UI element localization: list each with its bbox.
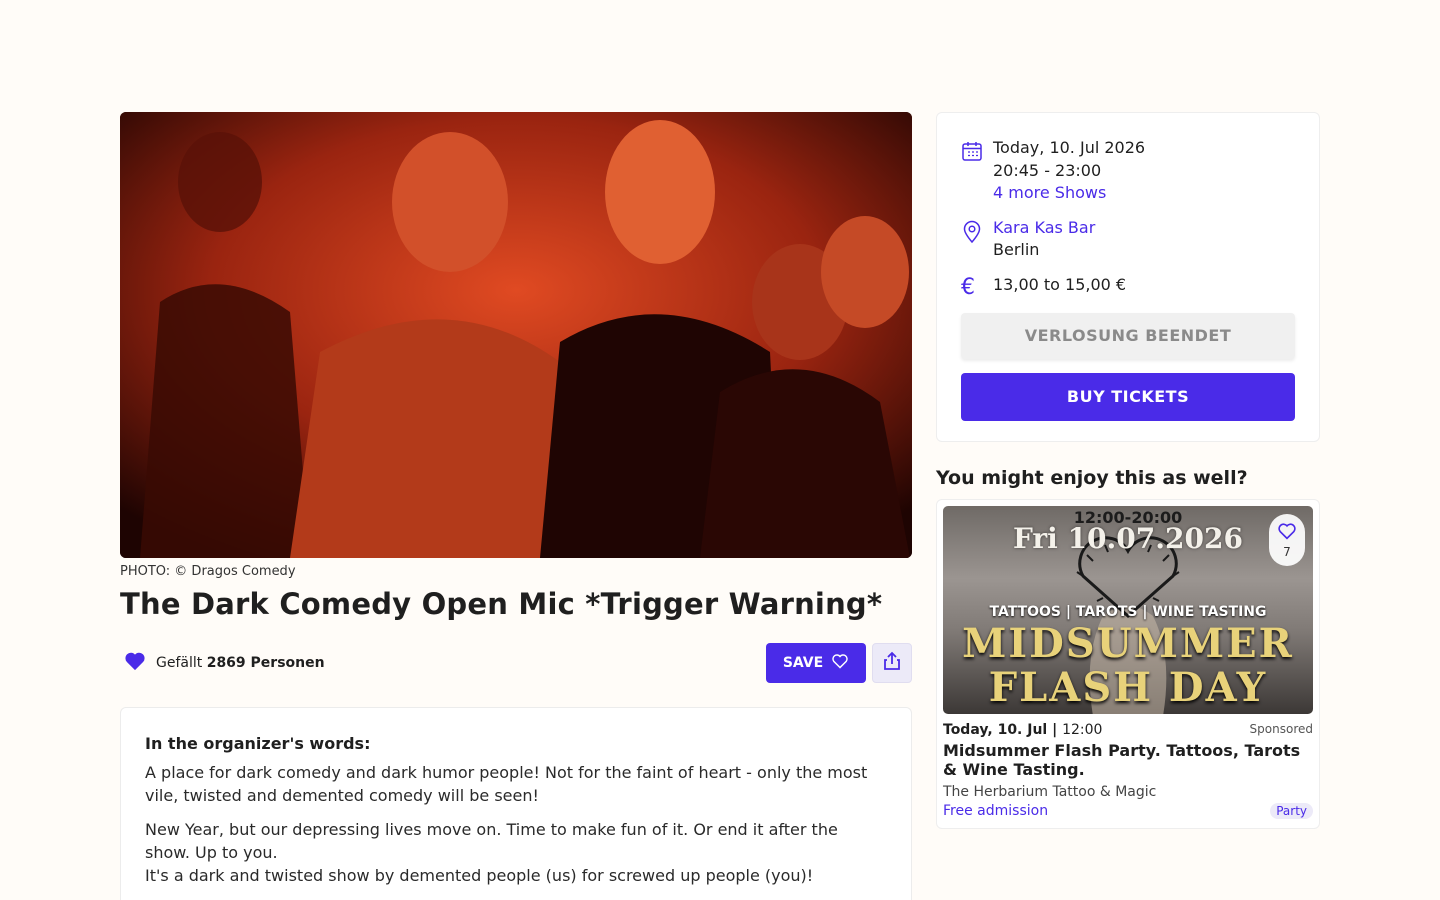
- euro-icon: €: [961, 274, 975, 300]
- description-heading: In the organizer's words:: [145, 734, 371, 753]
- description-paragraph: New Year, but our depressing lives move …: [145, 820, 838, 885]
- venue-link[interactable]: Kara Kas Bar: [993, 217, 1095, 240]
- heart-outline-icon: [831, 653, 849, 673]
- save-button-label: SAVE: [782, 655, 824, 671]
- event-actions: SAVE: [766, 643, 912, 683]
- event-title: The Dark Comedy Open Mic *Trigger Warnin…: [120, 587, 883, 621]
- description-paragraph: A place for dark comedy and dark humor p…: [145, 763, 868, 805]
- heart-filled-icon: [124, 651, 146, 675]
- likes-row: Gefällt 2869 Personen SAVE: [120, 643, 912, 683]
- recommendation-card[interactable]: 12:00-20:00 Fri 10.07.2026 TATTOOS | TAR…: [936, 499, 1320, 829]
- save-button[interactable]: SAVE: [766, 643, 866, 683]
- recommendation-price: Free admission: [943, 803, 1049, 819]
- share-button[interactable]: [872, 643, 912, 683]
- favorite-count: 7: [1283, 544, 1291, 559]
- organizer-description: In the organizer's words: A place for da…: [120, 707, 912, 900]
- buy-tickets-button[interactable]: BUY TICKETS: [961, 372, 1295, 421]
- likes-text: Gefällt 2869 Personen: [156, 655, 325, 671]
- date-details: Today, 10. Jul 2026 20:45 - 23:00 4 more…: [993, 137, 1145, 205]
- event-photo: [120, 112, 912, 558]
- likes-summary: Gefällt 2869 Personen: [120, 651, 325, 675]
- image-subtitle: TATTOOS | TAROTS | WINE TASTING: [989, 604, 1267, 620]
- recommendation-image: 12:00-20:00 Fri 10.07.2026 TATTOOS | TAR…: [943, 506, 1313, 714]
- recommendation-meta: Today, 10. Jul | 12:00 Sponsored: [943, 722, 1313, 738]
- share-icon: [883, 651, 901, 675]
- recommendation-title[interactable]: Midsummer Flash Party. Tattoos, Tarots &…: [943, 741, 1313, 779]
- heart-outline-icon: [1277, 522, 1297, 543]
- likes-count: 2869 Personen: [206, 655, 325, 671]
- venue-details: Kara Kas Bar Berlin: [993, 217, 1095, 262]
- event-sidebar: Today, 10. Jul 2026 20:45 - 23:00 4 more…: [936, 112, 1320, 829]
- location-pin-icon: [961, 217, 981, 262]
- image-date: Fri 10.07.2026: [1013, 522, 1243, 555]
- recommendation-venue: The Herbarium Tattoo & Magic: [943, 784, 1157, 800]
- venue-city: Berlin: [993, 240, 1040, 259]
- event-info-card: Today, 10. Jul 2026 20:45 - 23:00 4 more…: [936, 112, 1320, 442]
- event-time: 20:45 - 23:00: [993, 160, 1102, 180]
- recommendations-title: You might enjoy this as well?: [936, 467, 1248, 489]
- venue-row: Kara Kas Bar Berlin: [961, 217, 1295, 262]
- price-range: 13,00 to 15,00 €: [993, 274, 1127, 294]
- category-tag[interactable]: Party: [1270, 803, 1313, 819]
- event-date: Today, 10. Jul 2026: [993, 138, 1146, 157]
- event-main: PHOTO: © Dragos Comedy The Dark Comedy O…: [120, 112, 912, 900]
- favorite-button[interactable]: 7: [1269, 514, 1305, 566]
- recommendation-datetime: Today, 10. Jul | 12:00: [943, 722, 1103, 738]
- photo-credit: PHOTO: © Dragos Comedy: [120, 564, 296, 579]
- raffle-ended-button[interactable]: VERLOSUNG BEENDET: [961, 312, 1295, 359]
- sponsored-label: Sponsored: [1249, 722, 1313, 736]
- recommendation-footer: Free admission Party: [943, 803, 1313, 819]
- price-row: € 13,00 to 15,00 €: [961, 274, 1295, 299]
- image-headline: MIDSUMMER FLASH DAY: [962, 620, 1294, 711]
- more-shows-link[interactable]: 4 more Shows: [993, 182, 1145, 205]
- date-row: Today, 10. Jul 2026 20:45 - 23:00 4 more…: [961, 137, 1295, 205]
- calendar-icon: [961, 137, 982, 205]
